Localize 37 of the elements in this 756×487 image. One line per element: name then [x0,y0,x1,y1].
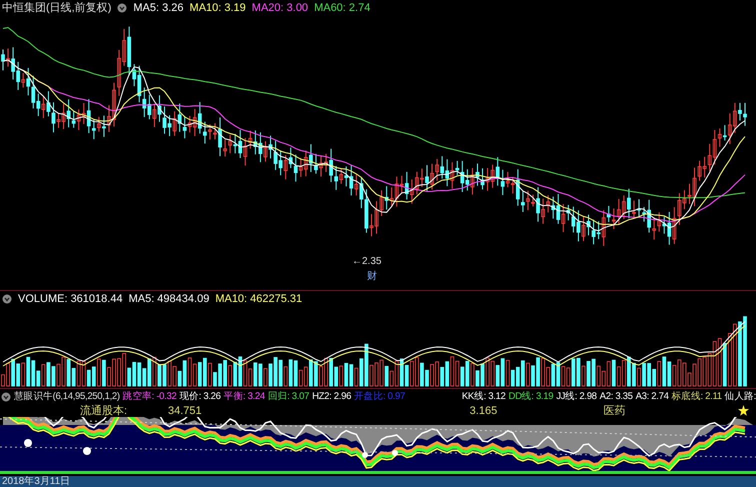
indicator-value: 现价: 3.26 [179,390,221,403]
indicator-value: MA10: 462275.31 [215,292,302,304]
indicator-value: HZ2: 2.96 [312,391,352,402]
signal-dot [83,447,91,455]
indicator-value: 跳空率: -0.32 [122,390,176,403]
indicator-value: MA20: 3.00 [252,2,308,14]
star-icon [738,405,749,416]
indicator-value: A2: 3.35 [600,391,633,402]
indicator-value: 平衡: 3.24 [224,390,265,403]
signal-dot [24,439,32,447]
indicator-value: 开盘比: 0.97 [354,390,405,403]
stock-title: 中恒集团(日线,前复权) [2,1,112,15]
indicator-value: 回归: 3.07 [268,390,310,403]
indicator-value: MA60: 2.74 [314,2,370,14]
indicator-value: JJ线: 2.98 [556,390,597,403]
indicator-value: A3: 2.74 [636,391,669,402]
sector-label: 医药 [604,404,627,418]
circle-icon[interactable] [2,294,12,304]
indicator-value: MA10: 3.19 [190,2,246,14]
indicator-value: MA5: 498434.09 [128,292,210,304]
indicator-value: VOLUME: 361018.44 [18,292,123,304]
signal-dot [362,452,368,458]
signal-dot [392,450,398,456]
low-price-marker: ←2.35 [352,256,382,267]
circle-icon[interactable] [117,2,128,12]
indicator-value: DD线: 3.19 [508,390,554,403]
float-shares-label: 流通股本: [80,404,128,418]
indicator-value: 3.165 [470,404,498,416]
date-label: 2018年3月11日 [0,476,756,487]
circle-icon[interactable] [1,392,11,402]
indicator-value: MA5: 3.26 [133,2,184,14]
float-shares-value: 34.751 [168,404,202,416]
event-label: 财 [367,270,377,283]
indicator-value: 仙人路: [724,390,756,403]
indicator-value: 标底线: 2.11 [672,390,722,403]
indicator-title: 慧眼识牛(6,14,95,250,1,2) [14,390,120,403]
indicator-value: KK线: 3.12 [462,390,506,403]
